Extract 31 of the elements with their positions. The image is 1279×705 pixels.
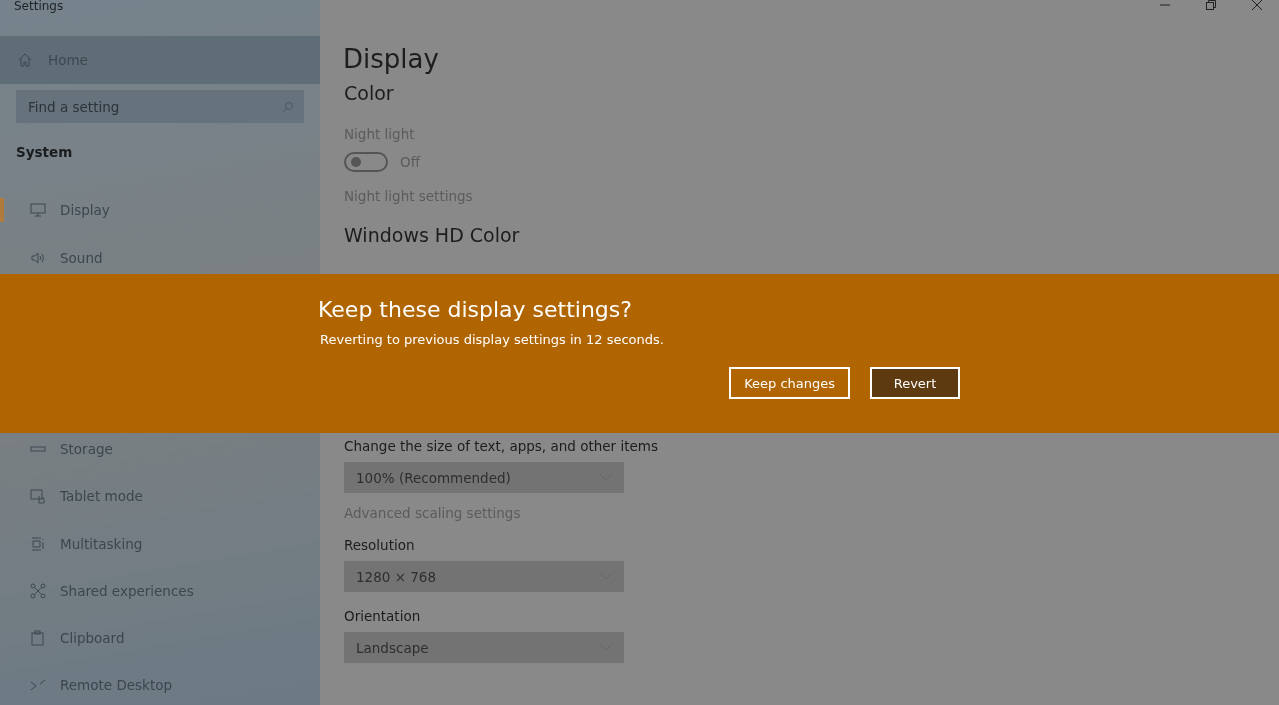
dropdown[interactable]: 1280 × 768 (344, 561, 624, 592)
search-icon (282, 101, 294, 114)
page-title: Display (343, 44, 439, 74)
nav-item[interactable]: Multitasking (0, 523, 320, 564)
setting-label: Orientation (344, 608, 421, 624)
clipboard-icon (30, 630, 46, 647)
nav-item[interactable]: Sound (0, 238, 320, 278)
dialog-button[interactable]: Revert (870, 367, 960, 399)
home-icon (17, 52, 33, 69)
window-title: Settings (13, 0, 65, 15)
section-heading: Windows HD Color (344, 224, 520, 246)
search-field[interactable]: Find a setting (16, 90, 304, 124)
nav-item[interactable]: Storage (0, 429, 320, 469)
window-icon (30, 535, 46, 552)
banner-title: Keep these display settings? (318, 297, 633, 322)
tablet-icon (30, 488, 46, 505)
dialog-button[interactable]: Keep changes (729, 367, 850, 399)
nav-item[interactable]: Tablet mode (0, 476, 320, 516)
setting-label: Resolution (344, 537, 415, 553)
setting-label: Change the size of text, apps, and other items (344, 438, 658, 454)
network-icon (30, 582, 46, 599)
toggle-switch[interactable] (344, 152, 388, 172)
banner-message: Reverting to previous display settings in 12 seconds. (320, 332, 665, 347)
dropdown[interactable]: 100% (Recommended) (344, 462, 624, 493)
section-heading: Color (344, 82, 394, 104)
dropdown[interactable]: Landscape (344, 632, 624, 663)
restore-icon[interactable] (1206, 0, 1216, 10)
section-heading: System (15, 143, 74, 163)
monitor-icon (30, 202, 46, 219)
close-icon[interactable] (1252, 0, 1262, 10)
nav-item[interactable]: Display (0, 190, 320, 231)
